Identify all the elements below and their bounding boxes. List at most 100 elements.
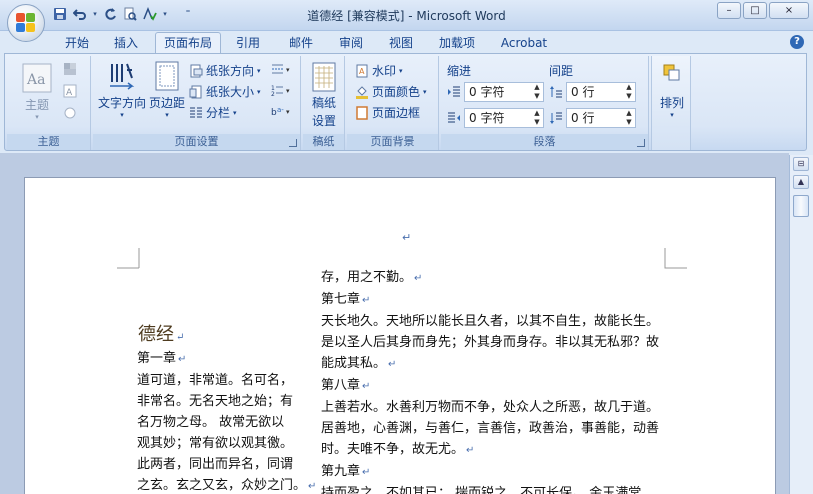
spacing-after-icon [549, 111, 563, 125]
margins-button[interactable]: 页边距 ▾ [147, 60, 187, 119]
spacing-after-spinner-icon[interactable]: ▲ ▼ [623, 109, 635, 127]
restore-button[interactable]: □ [743, 2, 767, 19]
spacing-before-input[interactable]: 0 行 ▲ ▼ [566, 82, 636, 102]
indent-left-spinner-icon[interactable]: ▲ ▼ [531, 83, 543, 101]
text-direction-button[interactable]: 文字方向 ▾ [97, 60, 147, 119]
spacing-before-control: 0 行 ▲ ▼ [549, 82, 636, 102]
theme-button[interactable]: Aa 主题 ▾ [15, 62, 59, 121]
ribbon: Aa 主题 ▾ A 主题 文字方向 ▾ 页边距 ▾ 纸张方向 ▾ 纸张大小 ▾ … [4, 53, 807, 151]
text-line: 名万物之母。 故常无欲以 [137, 415, 285, 430]
arrange-label: 排列 [659, 96, 684, 110]
help-icon[interactable]: ? [790, 35, 804, 49]
tab-references[interactable]: 引用 [226, 33, 270, 53]
svg-text:2: 2 [271, 91, 275, 97]
theme-label: 主题 [24, 98, 49, 112]
text-line: 居善地，心善渊，与善仁，言善信，政善治，事善能，动善 [321, 421, 660, 436]
manuscript-label-2: 设置 [311, 114, 336, 128]
spacing-after-control: 0 行 ▲ ▼ [549, 108, 636, 128]
indent-left-input[interactable]: 0 字符 ▲ ▼ [464, 82, 544, 102]
indent-right-icon [447, 111, 461, 125]
arrange-icon [661, 62, 683, 84]
theme-colors-icon[interactable] [63, 62, 77, 76]
hyphenation-icon[interactable]: b a- ▾ [271, 104, 290, 118]
group-page-background: A 水印 ▾ 页面颜色 ▾ 页面边框 页面背景 [347, 56, 439, 150]
page-borders-button[interactable]: 页面边框 [355, 104, 420, 121]
spacing-before-value: 0 行 [571, 85, 595, 99]
svg-text:▾: ▾ [286, 66, 290, 74]
ruler-toggle-icon[interactable]: ⊟ [793, 157, 809, 171]
svg-text:▾: ▾ [286, 108, 290, 116]
scroll-thumb[interactable] [793, 195, 809, 217]
paragraph-mark-icon: ↵ [176, 332, 185, 343]
tab-acrobat[interactable]: Acrobat [492, 33, 556, 53]
window-controls: – □ × [717, 2, 809, 19]
breaks-icon[interactable]: ▾ [271, 62, 290, 76]
ribbon-tabs: 开始 插入 页面布局 引用 邮件 审阅 视图 加载项 Acrobat [0, 31, 813, 54]
orientation-label: 纸张方向 [206, 64, 255, 78]
tab-insert[interactable]: 插入 [104, 33, 148, 53]
text-line: 第八章 ↵ [321, 378, 371, 393]
document-heading[interactable]: 德经 ↵ [138, 320, 184, 346]
columns-button[interactable]: 分栏 ▾ [189, 104, 237, 121]
spacing-before-spinner-icon[interactable]: ▲ ▼ [623, 83, 635, 101]
orientation-button[interactable]: 纸张方向 ▾ [189, 62, 261, 79]
office-logo-icon [16, 13, 36, 33]
left-column[interactable]: 第一章 ↵ 道可道，非常道。名可名， 非常名。无名天地之始；有 名万物之母。 故常… [137, 348, 316, 494]
manuscript-icon [311, 62, 337, 92]
watermark-button[interactable]: A 水印 ▾ [355, 62, 403, 79]
theme-fonts-icon[interactable]: A [63, 84, 77, 98]
tab-view[interactable]: 视图 [379, 33, 423, 53]
page-color-button[interactable]: 页面颜色 ▾ [355, 83, 427, 100]
scroll-up-icon[interactable]: ▲ [793, 175, 809, 189]
indent-left-value: 0 字符 [469, 85, 505, 99]
text-line: 非常名。无名天地之始；有 [137, 394, 294, 409]
indent-right-input[interactable]: 0 字符 ▲ ▼ [464, 108, 544, 128]
manuscript-button[interactable]: 稿纸 设置 [305, 62, 343, 130]
size-button[interactable]: 纸张大小 ▾ [189, 83, 261, 100]
title-bar: ▾ ▾ ⁼ 道德经 [兼容模式] - Microsoft Word – □ × [0, 0, 813, 31]
indent-right-spinner-icon[interactable]: ▲ ▼ [531, 109, 543, 127]
group-manuscript-label: 稿纸 [303, 134, 344, 150]
margins-icon [151, 60, 183, 92]
text-line: 观其妙；常有欲以观其徼。 [137, 436, 294, 451]
arrange-button[interactable]: 排列 ▾ [654, 62, 690, 119]
office-button[interactable] [7, 4, 45, 42]
svg-text:A: A [66, 88, 73, 98]
tab-add-ins[interactable]: 加载项 [429, 33, 485, 53]
vertical-scrollbar[interactable]: ⊟ ▲ [789, 155, 813, 494]
size-label: 纸张大小 [206, 85, 255, 99]
text-direction-label: 文字方向 [97, 96, 146, 110]
svg-text:A: A [359, 67, 365, 76]
right-column[interactable]: 存，用之不勤。 ↵ 第七章 ↵ 天长地久。天地所以能长且久者，以其不自生，故能长生。… [321, 267, 659, 494]
text-line: 能成其私。 ↵ [321, 356, 397, 371]
group-paragraph-label: 段落 [441, 134, 648, 150]
manuscript-label-1: 稿纸 [311, 96, 336, 110]
svg-text:▾: ▾ [286, 87, 290, 95]
tab-mailings[interactable]: 邮件 [279, 33, 323, 53]
page-setup-launcher-icon[interactable] [289, 139, 297, 147]
text-line: 上善若水。水善利万物而不争，处众人之所恶，故几于道。 [321, 400, 660, 415]
svg-text:Aa: Aa [26, 72, 45, 88]
columns-label: 分栏 [206, 106, 231, 120]
window-title: 道德经 [兼容模式] - Microsoft Word [307, 9, 506, 23]
theme-effects-icon[interactable] [63, 106, 77, 120]
indent-label: 缩进 [447, 64, 472, 78]
text-line: 之玄。玄之又玄，众妙之门。 ↵ [137, 478, 317, 493]
group-paragraph: 缩进 间距 0 字符 ▲ ▼ 0 字符 ▲ ▼ 0 行 ▲ ▼ 0 行 ▲ ▼ 段落 [441, 56, 649, 150]
svg-text:a-: a- [277, 106, 284, 114]
paragraph-launcher-icon[interactable] [637, 139, 645, 147]
text-line: 是以圣人后其身而身先；外其身而身存。非以其无私邪？故 [321, 335, 660, 350]
minimize-button[interactable]: – [717, 2, 741, 19]
watermark-label: 水印 [372, 64, 397, 78]
text-line: 存，用之不勤。 ↵ [321, 270, 423, 285]
close-button[interactable]: × [769, 2, 809, 19]
spacing-after-input[interactable]: 0 行 ▲ ▼ [566, 108, 636, 128]
line-numbers-icon[interactable]: 1 2 ▾ [271, 83, 290, 98]
text-line: 第一章 ↵ [137, 351, 187, 366]
tab-page-layout[interactable]: 页面布局 [155, 32, 221, 54]
svg-text:↵: ↵ [402, 231, 411, 244]
group-page-setup: 文字方向 ▾ 页边距 ▾ 纸张方向 ▾ 纸张大小 ▾ 分栏 ▾ ▾ 1 2 ▾ b a- ▾ … [93, 56, 301, 150]
tab-review[interactable]: 审阅 [329, 33, 373, 53]
watermark-icon: A [355, 64, 369, 78]
tab-home[interactable]: 开始 [55, 33, 99, 53]
